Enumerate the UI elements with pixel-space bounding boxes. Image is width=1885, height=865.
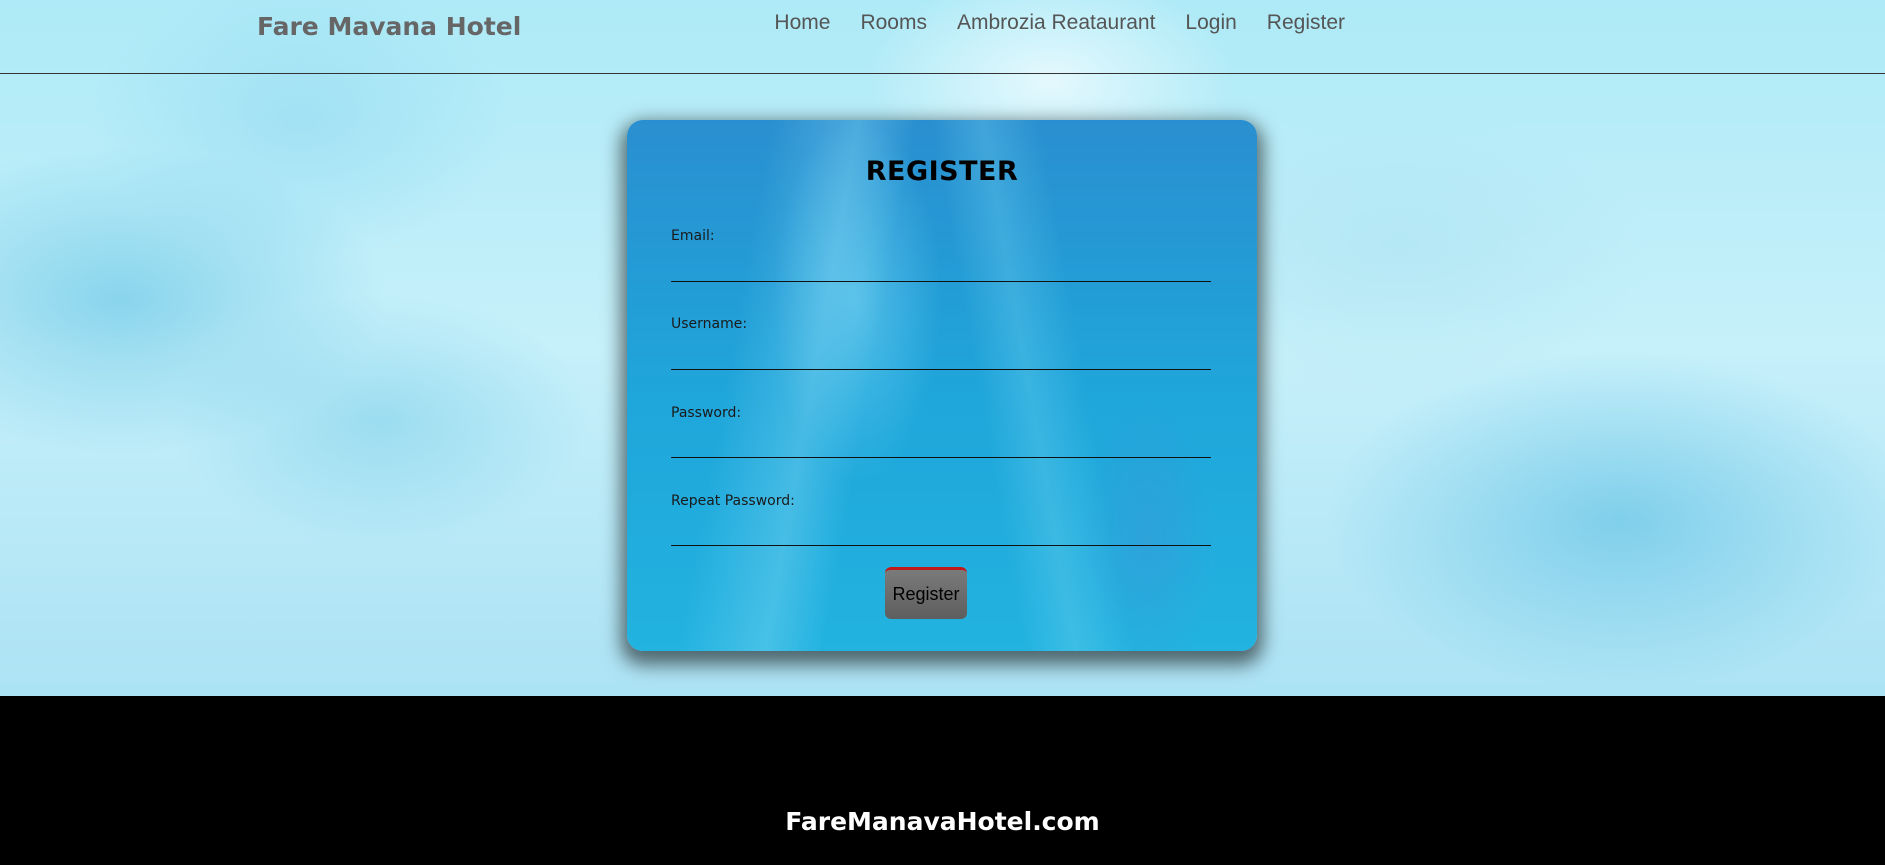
nav-link-rooms[interactable]: Rooms	[860, 11, 927, 35]
password-label: Password:	[671, 405, 742, 421]
username-field[interactable]	[671, 345, 1211, 370]
main-nav: Home Rooms Ambrozia Reataurant Login Reg…	[774, 11, 1345, 35]
username-label: Username:	[671, 316, 748, 332]
nav-link-register[interactable]: Register	[1267, 11, 1345, 35]
register-form-card: REGISTER Email: Username: Password: Repe…	[627, 120, 1257, 651]
register-button[interactable]: Register	[885, 567, 967, 619]
nav-link-home[interactable]: Home	[774, 11, 830, 35]
email-field[interactable]	[671, 257, 1211, 282]
repeat-password-label: Repeat Password:	[671, 493, 795, 509]
page-footer: FareManavaHotel.com	[0, 696, 1885, 865]
nav-link-restaurant[interactable]: Ambrozia Reataurant	[957, 11, 1155, 35]
nav-link-login[interactable]: Login	[1185, 11, 1236, 35]
form-title: REGISTER	[865, 156, 1019, 187]
password-field[interactable]	[671, 433, 1211, 458]
site-brand[interactable]: Fare Mavana Hotel	[257, 12, 521, 41]
footer-site-name: FareManavaHotel.com	[785, 807, 1100, 836]
email-label: Email:	[671, 228, 715, 244]
repeat-password-field[interactable]	[671, 521, 1211, 546]
top-navbar: Fare Mavana Hotel Home Rooms Ambrozia Re…	[0, 0, 1885, 74]
